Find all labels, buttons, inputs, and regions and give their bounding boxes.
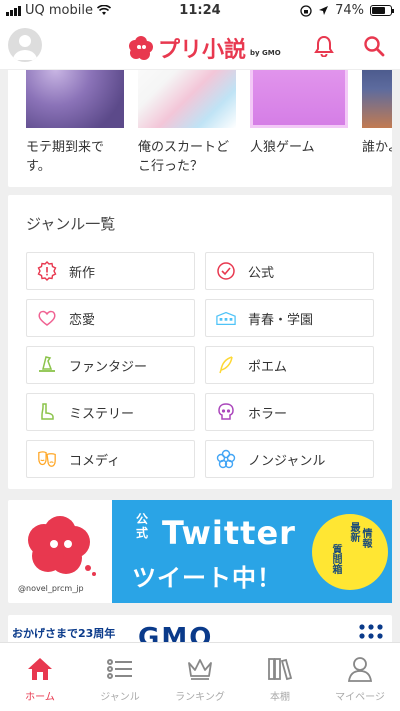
genre-item-horror[interactable]: ホラー [205,393,374,431]
boot-icon [37,402,57,422]
genre-item-romance[interactable]: 恋愛 [26,299,195,337]
genre-label: ホラー [248,406,288,422]
twitter-banner[interactable]: @novel_prcm_jp 公式 Twitter ツイート中！ 最新 情報 質… [8,500,392,603]
logo-title: プリ小説 [158,38,247,63]
search-icon [364,36,385,57]
genre-item-official[interactable]: 公式 [205,252,374,290]
genre-label: コメディ [69,453,121,469]
genre-label: ファンタジー [69,359,148,375]
badge-line: 情報 [360,528,371,548]
novel-card[interactable]: 誰かよ！ [362,70,392,157]
badge-line: 質問箱 [330,544,341,574]
status-bar: UQ mobile 11:24 74% [0,0,400,22]
battery-icon [370,5,394,16]
novel-title: 人狼ゲーム [250,140,315,155]
novel-card[interactable]: 俺のスカートどこ行った？ [138,70,236,176]
twitter-handle: @novel_prcm_jp [18,584,84,593]
flower-icon [216,449,236,469]
new-badge-icon [37,261,57,281]
novel-carousel[interactable]: モテ期到来です。 俺のスカートどこ行った？ 人狼ゲーム 誰かよ！ [8,70,392,187]
genre-label: 恋愛 [69,312,96,328]
novel-thumbnail [250,70,348,128]
genre-label: 新作 [69,265,96,281]
main-content[interactable]: モテ期到来です。 俺のスカートどこ行った？ 人狼ゲーム 誰かよ！ ジャンル一覧 … [0,70,400,642]
skull-icon [216,402,236,422]
tab-label: 本棚 [270,692,290,703]
gmo-logo: GMO [138,623,214,642]
gmo-anniversary-text: おかげさまで23周年 [12,627,116,640]
list-icon [105,655,135,683]
witch-hat-icon [37,355,57,375]
genre-list-card: ジャンル一覧 新作 公式 恋愛 青春・学園 ファンタジー ポエム ミステリー ホ… [8,195,392,489]
heart-icon [37,308,57,328]
battery-label: 74% [335,3,364,18]
banner-subtitle: ツイート中！ [132,564,282,592]
genre-heading: ジャンル一覧 [26,215,116,233]
banner-logo-area: @novel_prcm_jp [8,500,112,603]
tab-label: ジャンル [100,692,140,703]
gmo-banner[interactable]: おかげさまで23周年 GMO [8,615,392,642]
genre-item-poem[interactable]: ポエム [205,346,374,384]
avatar[interactable] [8,28,42,62]
banner-badge: 最新 情報 質問箱 [312,514,388,590]
genre-label: 公式 [248,265,275,281]
tab-label: マイページ [335,692,385,703]
novel-title: 誰かよ！ [362,140,392,155]
tab-label: ホーム [25,692,55,703]
bookshelf-icon [265,655,295,683]
banner-blue-panel: 公式 Twitter ツイート中！ 最新 情報 質問箱 [112,500,392,603]
app-header: プリ小説 by GMO [0,22,400,70]
novel-thumbnail [362,70,392,128]
novel-thumbnail [26,70,124,128]
bell-icon [314,35,334,57]
school-icon [216,308,236,328]
rotation-lock-icon [300,4,312,17]
genre-label: ノンジャンル [248,453,326,469]
home-icon [25,655,55,683]
novel-thumbnail [138,70,236,128]
genre-item-youth-school[interactable]: 青春・学園 [205,299,374,337]
feather-icon [216,355,236,375]
tab-home[interactable]: ホーム [0,643,80,711]
person-icon [345,655,375,683]
genre-label: ミステリー [69,406,135,422]
location-icon [319,6,329,15]
tab-bookshelf[interactable]: 本棚 [240,643,320,711]
grid-menu-icon[interactable] [358,623,386,642]
genre-item-non-genre[interactable]: ノンジャンル [205,440,374,478]
search-button[interactable] [360,32,388,60]
genre-item-new[interactable]: 新作 [26,252,195,290]
genre-item-comedy[interactable]: コメディ [26,440,195,478]
logo-byline: by GMO [250,49,281,57]
genre-label: ポエム [248,359,288,375]
genre-label: 青春・学園 [248,312,314,328]
notification-button[interactable] [310,32,338,60]
novel-card[interactable]: モテ期到来です。 [26,70,124,176]
banner-title: Twitter [162,514,296,552]
genre-item-mystery[interactable]: ミステリー [26,393,195,431]
crown-icon [185,655,215,683]
banner-official: 公式 [136,512,149,540]
flower-logo-icon [129,36,153,60]
bottom-tab-bar: ホーム ジャンル ランキング 本棚 マイページ [0,642,400,711]
novel-card[interactable]: 人狼ゲーム [250,70,348,157]
app-logo[interactable]: プリ小説 by GMO [128,32,281,64]
genre-item-fantasy[interactable]: ファンタジー [26,346,195,384]
novel-title: モテ期到来です。 [26,140,105,174]
check-circle-icon [216,261,236,281]
tab-ranking[interactable]: ランキング [160,643,240,711]
flower-mascot-icon [28,516,96,576]
tab-label: ランキング [175,692,225,703]
novel-title: 俺のスカートどこ行った？ [138,140,230,174]
tab-mypage[interactable]: マイページ [320,643,400,711]
tab-genre[interactable]: ジャンル [80,643,160,711]
mask-icon [37,449,57,469]
